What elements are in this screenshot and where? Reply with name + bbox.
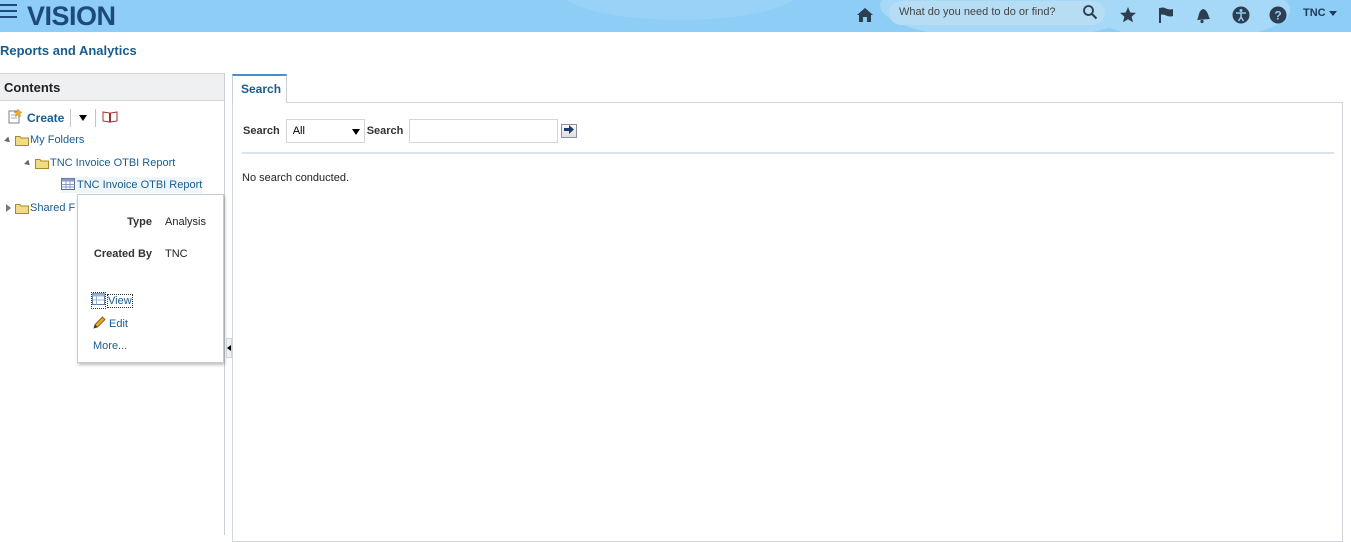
create-button[interactable]: Create: [8, 108, 72, 127]
page-title: Reports and Analytics: [0, 43, 137, 58]
search-row: Search All Search: [243, 119, 578, 143]
tab-search[interactable]: Search: [232, 74, 287, 103]
chevron-down-icon: [1328, 10, 1337, 16]
tree-item-shared-folders[interactable]: Shared F: [6, 200, 75, 216]
arrow-right-icon: [564, 125, 575, 137]
search-input[interactable]: [409, 119, 559, 143]
help-icon[interactable]: ?: [1266, 3, 1290, 27]
chevron-down-icon: [79, 115, 88, 121]
item-info-popup: Type Analysis Created By TNC View Edit M…: [77, 194, 224, 363]
tree-item-analysis[interactable]: TNC Invoice OTBI Report: [61, 177, 203, 193]
created-by-label: Created By: [93, 248, 152, 260]
catalog-book-icon[interactable]: [96, 110, 118, 126]
search-panel: Search All Search No search conducted.: [232, 102, 1343, 542]
user-menu[interactable]: TNC: [1303, 7, 1337, 19]
more-link[interactable]: More...: [93, 340, 127, 352]
type-value: Analysis: [165, 216, 206, 228]
chevron-left-icon: [227, 345, 231, 351]
created-by-value: TNC: [165, 248, 188, 260]
search-text-label: Search: [366, 125, 404, 137]
expand-triangle-icon[interactable]: [24, 159, 32, 167]
contents-toolbar: Create: [8, 108, 118, 127]
tree-item-report-folder[interactable]: TNC Invoice OTBI Report: [24, 155, 175, 171]
bell-icon[interactable]: [1191, 3, 1215, 27]
select-value: All: [292, 125, 305, 137]
pencil-icon: [93, 316, 106, 332]
home-icon[interactable]: [853, 3, 877, 27]
edit-label[interactable]: Edit: [109, 318, 128, 330]
folder-icon: [15, 203, 29, 214]
search-icon[interactable]: [1082, 4, 1098, 23]
create-label: Create: [27, 111, 65, 125]
chevron-down-icon: [351, 129, 360, 135]
accessibility-icon[interactable]: [1229, 3, 1253, 27]
tree-item-label[interactable]: My Folders: [30, 134, 84, 146]
expand-triangle-icon[interactable]: [4, 136, 12, 144]
create-icon: [8, 108, 23, 127]
app-logo[interactable]: VISION: [27, 1, 116, 32]
folder-icon: [15, 135, 29, 146]
view-icon: [91, 292, 106, 309]
contents-header: Contents: [0, 73, 224, 101]
type-label: Type: [127, 216, 152, 228]
collapsed-triangle-icon[interactable]: [6, 204, 11, 212]
favorites-star-icon[interactable]: [1116, 3, 1140, 27]
svg-text:?: ?: [1274, 9, 1281, 23]
create-dropdown-button[interactable]: [71, 109, 97, 127]
user-name: TNC: [1303, 7, 1326, 19]
tree-item-label[interactable]: TNC Invoice OTBI Report: [77, 179, 202, 191]
folder-icon: [35, 158, 49, 169]
tree-item-my-folders[interactable]: My Folders: [4, 132, 84, 148]
top-bar: VISION ? TNC: [0, 0, 1351, 32]
tree-item-label[interactable]: Shared F: [30, 202, 75, 214]
search-scope-select[interactable]: All: [285, 119, 365, 143]
global-search-input[interactable]: [899, 6, 1069, 18]
analysis-icon: [61, 177, 75, 193]
global-search: [889, 1, 1105, 25]
divider: [242, 152, 1334, 154]
view-label[interactable]: View: [107, 293, 133, 308]
edit-link[interactable]: Edit: [93, 316, 128, 332]
search-status-text: No search conducted.: [242, 172, 350, 184]
navigator-menu-icon[interactable]: [0, 4, 18, 20]
background-cloud: [560, 0, 800, 20]
tree-item-label[interactable]: TNC Invoice OTBI Report: [50, 157, 175, 169]
search-scope-label: Search: [243, 125, 280, 137]
view-link[interactable]: View: [91, 292, 133, 309]
notifications-flag-icon[interactable]: [1154, 3, 1178, 27]
search-go-button[interactable]: [561, 124, 578, 138]
